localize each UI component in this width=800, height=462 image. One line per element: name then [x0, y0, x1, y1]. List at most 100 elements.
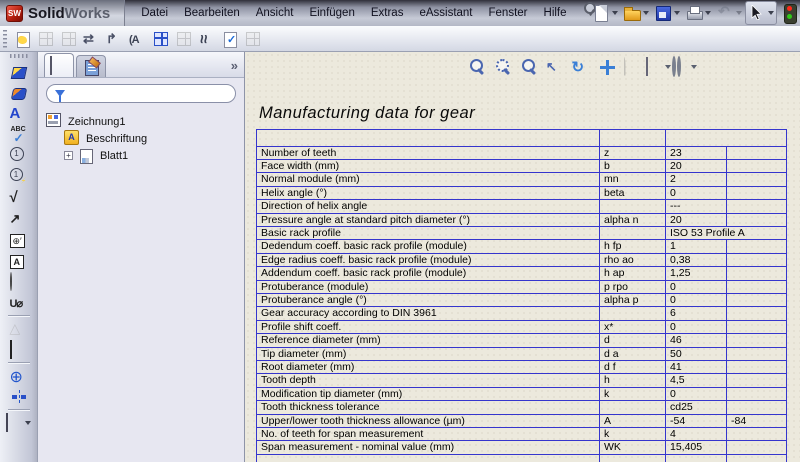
tree-item-blatt1[interactable]: +Blatt1 [46, 147, 240, 164]
table-row[interactable]: Direction of helix angle--- [257, 200, 787, 213]
table-row[interactable]: Protuberance (module)p rpo0 [257, 280, 787, 293]
row-symbol[interactable]: mn [600, 173, 666, 186]
row-value2[interactable] [727, 428, 787, 441]
featuremanager-tab[interactable] [44, 53, 74, 77]
table-row[interactable]: Tooth depthh4,5 [257, 374, 787, 387]
row-value[interactable]: 1,25 [666, 267, 727, 280]
design-checker-button[interactable] [220, 29, 240, 49]
undo-button[interactable] [714, 2, 744, 24]
row-description[interactable]: Profile shift coeff. [257, 320, 600, 333]
row-value[interactable]: 46 [666, 334, 727, 347]
center-mark-button[interactable] [8, 365, 30, 386]
rotate-view-button[interactable] [571, 57, 590, 76]
row-value2[interactable] [727, 280, 787, 293]
tables-button[interactable] [8, 412, 30, 433]
row-value[interactable] [666, 454, 727, 462]
row-value[interactable]: 1 [666, 240, 727, 253]
row-value[interactable]: -54 [666, 414, 727, 427]
auto-balloon-button[interactable] [8, 166, 30, 187]
row-symbol[interactable] [600, 454, 666, 462]
row-description[interactable] [257, 130, 600, 147]
row-description[interactable]: Edge radius coeff. basic rack profile (m… [257, 253, 600, 266]
toolbar-drag-handle[interactable] [10, 54, 28, 58]
balloon-stamp-button[interactable] [8, 82, 30, 103]
hole-callout-button[interactable] [8, 292, 30, 313]
row-description[interactable]: Addendum coeff. basic rack profile (modu… [257, 267, 600, 280]
row-description[interactable]: Pressure angle at standard pitch diamete… [257, 213, 600, 226]
row-value[interactable]: 4,5 [666, 374, 727, 387]
menu-extras[interactable]: Extras [363, 3, 412, 23]
row-symbol[interactable]: d [600, 334, 666, 347]
table-row[interactable]: Tooth thickness tolerancecd25 [257, 401, 787, 414]
note-circle-button[interactable] [128, 29, 148, 49]
row-value2[interactable] [727, 173, 787, 186]
balloon-button[interactable] [8, 145, 30, 166]
print-button[interactable] [683, 2, 713, 24]
menu-datei[interactable]: Datei [133, 3, 176, 23]
table-header-row[interactable] [257, 130, 787, 147]
row-value[interactable]: 0 [666, 293, 727, 306]
row-value[interactable] [666, 130, 787, 147]
update-view-button[interactable] [105, 29, 125, 49]
row-description[interactable]: Tooth thickness tolerance [257, 401, 600, 414]
open-file-dropdown-caret[interactable] [643, 11, 649, 15]
table-row[interactable]: Upper/lower tooth thickness allowance (µ… [257, 414, 787, 427]
row-description[interactable]: Modification tip diameter (mm) [257, 387, 600, 400]
row-description[interactable]: No. of teeth for span measurement [257, 428, 600, 441]
drawing-sheet[interactable]: Manufacturing data for gear Number of te… [245, 52, 800, 462]
menu-bearbeiten[interactable]: Bearbeiten [176, 3, 248, 23]
row-value2[interactable] [727, 186, 787, 199]
menu-ansicht[interactable]: Ansicht [248, 3, 302, 23]
row-description[interactable]: Basic rack profile [257, 226, 600, 239]
row-symbol[interactable]: k [600, 387, 666, 400]
table-row[interactable]: Modification tip diameter (mm)k0 [257, 387, 787, 400]
row-description[interactable]: Direction of helix angle [257, 200, 600, 213]
row-description[interactable]: Protuberance (module) [257, 280, 600, 293]
table-row[interactable]: Normal module (mm)mn2 [257, 173, 787, 186]
traffic-light-button[interactable] [778, 2, 800, 24]
zoom-to-area-button[interactable] [519, 57, 538, 76]
row-symbol[interactable]: h [600, 374, 666, 387]
expander-icon[interactable]: + [64, 151, 73, 160]
drawing-title-note[interactable]: Manufacturing data for gear [259, 104, 475, 123]
surface-finish-button[interactable] [8, 187, 30, 208]
datum-feature-button[interactable] [8, 250, 30, 271]
row-symbol[interactable] [600, 401, 666, 414]
row-value[interactable]: 0 [666, 280, 727, 293]
table-row[interactable]: Root diameter (mm)d f41 [257, 361, 787, 374]
row-value2[interactable] [727, 361, 787, 374]
hide-show-dropdown-caret[interactable] [691, 65, 697, 69]
zoom-in-out-button[interactable] [467, 57, 486, 76]
table-row[interactable]: Helix angle (°)beta0 [257, 186, 787, 199]
row-description[interactable]: Number of teeth [257, 146, 600, 159]
row-value[interactable]: 0,38 [666, 253, 727, 266]
sheet-format-button[interactable] [13, 29, 33, 49]
row-value2[interactable] [727, 374, 787, 387]
row-value2[interactable] [727, 441, 787, 454]
row-value[interactable]: 6 [666, 307, 727, 320]
table-row[interactable]: Pressure angle at standard pitch diamete… [257, 213, 787, 226]
row-description[interactable]: Face width (mm) [257, 159, 600, 172]
row-description[interactable]: Span measurement - nominal value (mm) [257, 441, 600, 454]
row-value2[interactable] [727, 454, 787, 462]
model-items-button[interactable] [151, 29, 171, 49]
row-value2[interactable] [727, 159, 787, 172]
undo-dropdown-caret[interactable] [736, 11, 742, 15]
row-symbol[interactable]: d f [600, 361, 666, 374]
row-value[interactable]: 23 [666, 146, 727, 159]
row-value[interactable]: 0 [666, 387, 727, 400]
table-row[interactable]: Edge radius coeff. basic rack profile (m… [257, 253, 787, 266]
select-cursor-button[interactable] [745, 1, 777, 25]
row-value2[interactable] [727, 334, 787, 347]
row-value[interactable]: 15,405 [666, 441, 727, 454]
table-row[interactable]: No. of teeth for span measurementk4 [257, 428, 787, 441]
row-symbol[interactable]: d a [600, 347, 666, 360]
row-value2[interactable] [727, 213, 787, 226]
zoom-to-fit-button[interactable] [493, 57, 512, 76]
datum-target-button[interactable] [8, 271, 30, 292]
row-value[interactable]: 20 [666, 159, 727, 172]
tree-item-beschriftung[interactable]: Beschriftung [46, 130, 240, 147]
table-row[interactable]: Span measurement - nominal value (mm)WK1… [257, 441, 787, 454]
table-row[interactable]: Protuberance angle (°)alpha p0 [257, 293, 787, 306]
propertymanager-tab[interactable] [76, 55, 106, 77]
